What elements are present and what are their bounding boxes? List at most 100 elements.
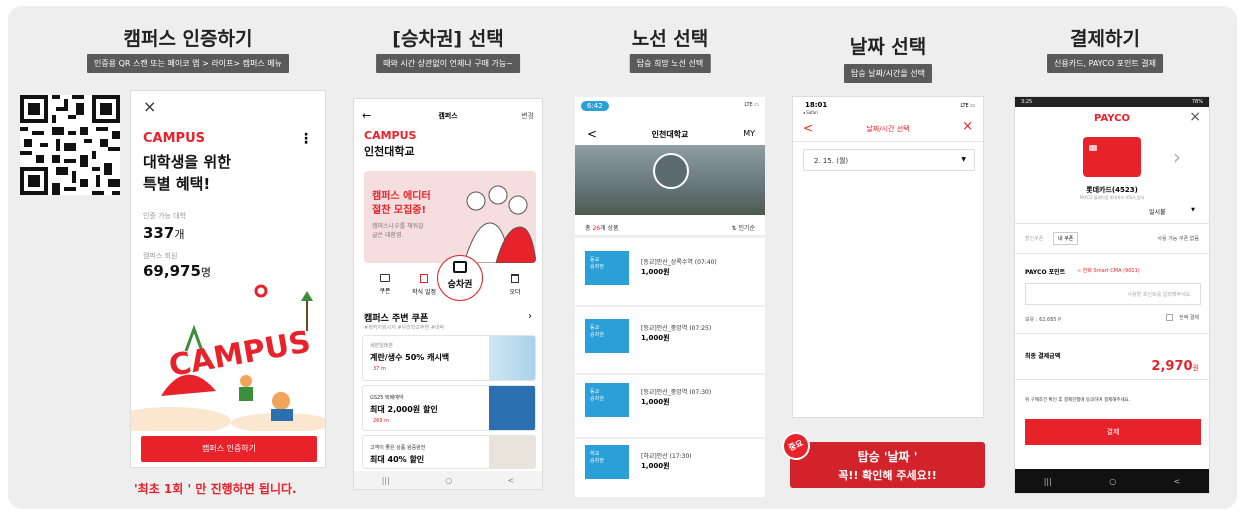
card-chip-icon: [1089, 145, 1097, 151]
first-time-note: '최초 1회 ' 만 진행하면 됩니다.: [134, 482, 297, 496]
coupon-icon: [380, 274, 390, 282]
coupon-label: 할인쿠폰: [1025, 236, 1044, 242]
no-coupon-text: 사용 가능 쿠폰 없음: [1157, 236, 1199, 242]
home-button[interactable]: ○: [445, 476, 452, 485]
step-title: 결제하기: [1070, 28, 1140, 50]
route-item[interactable]: 등교 승차권 [등교]안산_중앙역 (07:30) 1,000원: [575, 377, 765, 433]
total-label: 최종 결제금액: [1025, 353, 1061, 360]
total-amount: 2,970원: [1151, 359, 1199, 374]
my-coupon-button[interactable]: 내 쿠폰: [1053, 232, 1079, 245]
caret-down-icon: ▼: [961, 156, 966, 163]
product-count: 총 26개 상품: [585, 225, 619, 232]
campus-logo: CAMPUS: [143, 131, 205, 146]
section-title: 캠퍼스 주변 쿠폰: [364, 314, 429, 324]
recent-apps-button[interactable]: |||: [382, 476, 390, 485]
date-select-screen: 18:01 ◂ Safari LTE ▭ < 날짜/시간 선택 × 2. 15.…: [792, 96, 984, 418]
payco-payment-screen: 3:25 78% PAYCO × › 롯데카드(4523) PAYCO 플래티넘 …: [1014, 96, 1210, 494]
menu-coupon[interactable]: 쿠폰: [370, 274, 400, 295]
chevron-right-icon[interactable]: ›: [528, 311, 532, 322]
card-name: 롯데카드(4523): [1086, 186, 1138, 194]
meal-icon: [420, 274, 428, 283]
step-subtitle: 인증용 QR 스캔 또는 페이코 앱 > 라이프> 캠퍼스 메뉴: [87, 54, 289, 73]
campus-logo: CAMPUS: [364, 129, 417, 142]
menu-meal[interactable]: 학식 일정: [409, 274, 439, 296]
status-icons: LTE ▭: [960, 103, 975, 109]
back-to-safari[interactable]: ◂ Safari: [803, 110, 818, 115]
step-subtitle: 탑승 날짜/시간을 선택: [843, 64, 933, 83]
member-count: 69,975명: [143, 262, 212, 280]
campus-verify-screen: × CAMPUS ⋮ 대학생을 위한 특별 혜택! 인증 가능 대학 337개 …: [130, 90, 326, 468]
android-nav-bar: ||| ○ <: [1015, 469, 1209, 493]
installment-select[interactable]: 일시불 ▼: [1139, 203, 1199, 219]
headline-line2: 특별 혜택!: [143, 175, 211, 193]
date-dropdown[interactable]: 2. 15. (월) ▼: [803, 149, 975, 171]
campus-illustration: CAMPUS: [131, 284, 325, 431]
menu-order[interactable]: 오더: [500, 274, 530, 296]
card-subname: PAYCO 플래티넘 롯데카드 VISA_법자: [1079, 195, 1145, 200]
pay-button[interactable]: 결제: [1025, 419, 1201, 445]
qr-code: [20, 95, 120, 195]
coupon-card[interactable]: 세븐일레븐 계란/생수 50% 캐시백 37 m: [362, 335, 536, 381]
section-tags: #뭐먹지뭐사지 #우리학교주변 #대박: [364, 325, 445, 331]
route-badge: 등교 승차권: [585, 251, 629, 285]
close-icon[interactable]: ×: [143, 97, 156, 116]
change-link[interactable]: 변경: [521, 111, 534, 121]
status-time: 18:01: [805, 101, 828, 109]
water-bottles-image: [489, 336, 535, 380]
route-item[interactable]: 등교 승차권 [등교]안산_중앙역 (07:25) 1,000원: [575, 313, 765, 369]
banner-title-1: 캠퍼스 에디터: [372, 191, 431, 202]
step-title: [승차권] 선택: [392, 28, 504, 50]
status-bar: 3:25 78%: [1015, 97, 1209, 107]
payco-logo: PAYCO: [1094, 113, 1130, 124]
status-icons: LTE ▭: [744, 102, 759, 108]
more-icon[interactable]: ⋮: [299, 131, 313, 147]
caret-down-icon: ▼: [1191, 207, 1195, 213]
my-link[interactable]: MY: [743, 129, 755, 138]
school-title: 인천대학교: [651, 130, 689, 139]
ticket-icon: [453, 261, 467, 273]
member-label: 캠퍼스 회원: [143, 252, 178, 260]
agreement-text: 위 구매조건 확인 후 결제진행에 동의하며 결제해주세요.: [1025, 398, 1131, 403]
univ-count: 337개: [143, 224, 185, 242]
editor-banner[interactable]: 캠퍼스 에디터 절찬 모집중! 캠퍼스나우를 채워갈 글쓴 대환영.: [364, 171, 536, 263]
point-account-link[interactable]: ∞ 한화 Smart CMA (9011): [1077, 267, 1140, 274]
sort-dropdown[interactable]: ⇅ 인기순: [732, 223, 756, 232]
gs25-box-image: [489, 386, 535, 430]
banner-sub-2: 글쓴 대환영.: [372, 232, 404, 239]
cup-icon: [511, 274, 519, 283]
use-all-checkbox[interactable]: 전액 결제: [1166, 314, 1199, 321]
step-subtitle: 때와 시간 상관없이 언제나 구매 가능~: [376, 54, 520, 73]
route-item[interactable]: 등교 승차권 [등교]안산_상록수역 (07:40) 1,000원: [575, 245, 765, 301]
point-balance: 보유 : 62,685 P: [1025, 317, 1062, 323]
campus-art-text: CAMPUS: [166, 325, 313, 384]
campus-home-screen: ← 캠퍼스 변경 CAMPUS 인천대학교 캠퍼스 에디터 절찬 모집중! 캠퍼…: [353, 98, 543, 490]
banner-sub-1: 캠퍼스나우를 채워갈: [372, 223, 424, 230]
school-name: 인천대학교: [364, 145, 415, 158]
back-button[interactable]: <: [1174, 477, 1181, 486]
route-badge: 등교 승차권: [585, 383, 629, 417]
step-subtitle: 신용카드, PAYCO 포인트 결제: [1047, 54, 1163, 73]
step-title: 캠퍼스 인증하기: [123, 28, 253, 50]
chevron-right-icon[interactable]: ›: [1173, 145, 1181, 169]
home-button[interactable]: ○: [1109, 477, 1116, 486]
step-title: 노선 선택: [631, 28, 709, 50]
close-icon[interactable]: ×: [962, 119, 973, 134]
important-note: 탑승 '날짜 ' 꼭!! 확인해 주세요!!: [790, 442, 985, 488]
route-item[interactable]: 하교 승차권 [하교]안산 (17:30) 1,000원: [575, 441, 765, 497]
credit-card-image: [1083, 137, 1141, 177]
route-list-screen: 6:42 LTE ▭ < 인천대학교 MY 총 26개 상품 ⇅ 인기순 등교 승…: [574, 96, 766, 498]
status-time: 6:42: [581, 101, 609, 111]
headline-line1: 대학생을 위한: [143, 153, 232, 171]
menu-ticket[interactable]: 승차권: [444, 261, 476, 290]
point-input[interactable]: 사용할 포인트를 입력해주세요.: [1025, 283, 1201, 305]
recent-apps-button[interactable]: |||: [1044, 477, 1052, 486]
coupon-card[interactable]: 고객이 좋은 상품 왕중왕전 최대 40% 할인: [362, 435, 536, 469]
verify-button[interactable]: 캠퍼스 인증하기: [141, 436, 317, 462]
coupon-card[interactable]: GS25 택배예약 최대 2,000원 할인 269 m: [362, 385, 536, 431]
campus-photo: [575, 145, 765, 215]
route-badge: 등교 승차권: [585, 319, 629, 353]
android-nav-bar: ||| ○ <: [354, 471, 542, 489]
close-icon[interactable]: ×: [1189, 109, 1201, 125]
back-button[interactable]: <: [508, 476, 515, 485]
banner-title-2: 절찬 모집중!: [372, 205, 427, 216]
